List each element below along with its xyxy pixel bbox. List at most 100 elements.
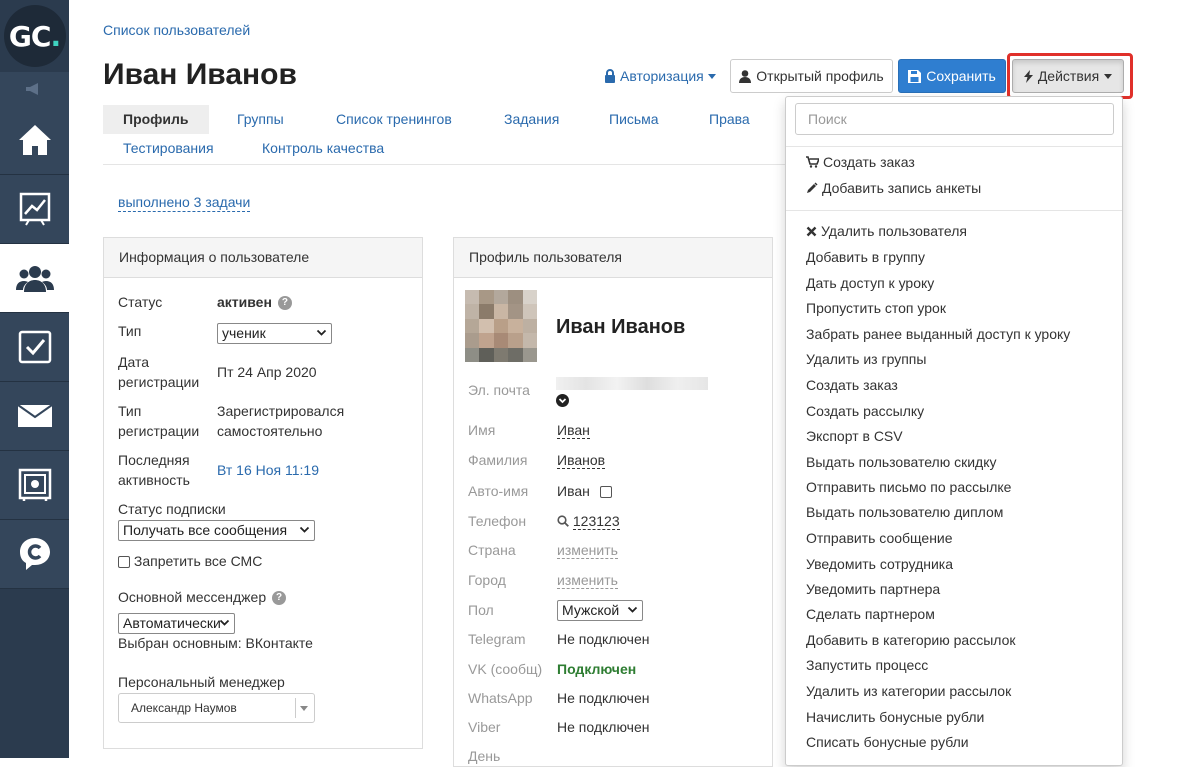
messenger-label: Основной мессенджер <box>118 589 267 605</box>
type-label: Тип <box>118 323 142 339</box>
menu-item-send-mailing-letter[interactable]: Отправить письмо по рассылке <box>806 478 1011 496</box>
help-icon[interactable]: ? <box>277 296 292 311</box>
email-value-blurred <box>556 377 708 390</box>
menu-item-remove-from-group[interactable]: Удалить из группы <box>806 350 926 368</box>
subscription-select[interactable]: Получать все сообщения <box>118 520 315 541</box>
menu-item-create-order[interactable]: Создать заказ <box>806 376 898 394</box>
open-profile-label: Открытый профиль <box>756 68 884 84</box>
menu-item-give-diploma[interactable]: Выдать пользователю диплом <box>806 503 1003 521</box>
caret-down-icon <box>300 706 308 711</box>
help-icon[interactable]: ? <box>272 591 287 606</box>
reg-date-value: Пт 24 Апр 2020 <box>217 364 317 380</box>
menu-item-label: Удалить пользователя <box>821 223 967 239</box>
tab-trainings[interactable]: Список тренингов <box>316 105 472 134</box>
search-icon[interactable] <box>557 515 569 527</box>
first-name-value[interactable]: Иван <box>557 420 590 440</box>
menu-item-export-csv[interactable]: Экспорт в CSV <box>806 427 903 445</box>
users-icon <box>15 266 54 292</box>
tab-rights[interactable]: Права <box>689 105 770 134</box>
caret-down-icon <box>707 73 716 79</box>
menu-item-notify-partner[interactable]: Уведомить партнера <box>806 580 940 598</box>
menu-item-add-bonus[interactable]: Начислить бонусные рубли <box>806 708 984 726</box>
menu-item-label: Создать заказ <box>823 154 915 170</box>
auth-dropdown[interactable]: Авторизация <box>604 68 716 84</box>
menu-item-deduct-bonus[interactable]: Списать бонусные рубли <box>806 733 969 751</box>
sms-label: Запретить все СМС <box>133 553 263 569</box>
country-change-link[interactable]: изменить <box>557 540 618 560</box>
menu-item-delete-user[interactable]: Удалить пользователя <box>806 222 967 240</box>
chevron-down-icon <box>316 329 327 336</box>
country-label: Страна <box>468 542 516 558</box>
menu-item-create-mailing[interactable]: Создать рассылку <box>806 402 924 420</box>
messenger-select[interactable]: Автоматически <box>118 613 235 634</box>
menu-item-create-order-top[interactable]: Создать заказ <box>806 153 915 171</box>
menu-item-skip-stop-lesson[interactable]: Пропустить стоп урок <box>806 299 946 317</box>
menu-item-remove-mailing-category[interactable]: Удалить из категории рассылок <box>806 682 1011 700</box>
menu-item-give-discount[interactable]: Выдать пользователю скидку <box>806 453 997 471</box>
pencil-icon <box>807 182 818 193</box>
last-name-value[interactable]: Иванов <box>557 450 606 470</box>
tab-assignments[interactable]: Задания <box>484 105 579 134</box>
logo[interactable]: GC. <box>0 0 69 72</box>
chevron-down-icon <box>627 606 638 613</box>
tab-letters[interactable]: Письма <box>589 105 679 134</box>
sidebar-item-tasks[interactable] <box>0 313 69 382</box>
city-change-link[interactable]: изменить <box>557 570 618 590</box>
menu-item-start-process[interactable]: Запустить процесс <box>806 656 928 674</box>
save-button[interactable]: Сохранить <box>898 59 1006 93</box>
last-active-link[interactable]: Вт 16 Ноя 11:19 <box>217 460 319 480</box>
menu-item-make-partner[interactable]: Сделать партнером <box>806 605 935 623</box>
sidebar-item-mail[interactable] <box>0 382 69 451</box>
auto-name-checkbox[interactable] <box>599 486 612 499</box>
last-name-text: Иванов <box>557 452 606 469</box>
menu-divider <box>786 210 1122 211</box>
megaphone-icon[interactable] <box>0 72 69 106</box>
avatar[interactable] <box>465 290 537 362</box>
menu-item-add-to-group[interactable]: Добавить в группу <box>806 248 925 266</box>
menu-item-revoke-lesson-access[interactable]: Забрать ранее выданный доступ к уроку <box>806 325 1070 343</box>
sidebar-item-chat[interactable] <box>0 520 69 589</box>
auth-label: Авторизация <box>620 68 704 84</box>
tasks-icon <box>18 330 51 364</box>
tab-testing[interactable]: Тестирования <box>103 134 234 163</box>
safe-icon <box>18 468 51 501</box>
status-badge: активен <box>217 294 272 310</box>
menu-item-notify-employee[interactable]: Уведомить сотрудника <box>806 555 953 573</box>
menu-item-send-message[interactable]: Отправить сообщение <box>806 529 953 547</box>
sms-checkbox[interactable] <box>118 556 130 569</box>
menu-divider <box>786 146 1122 147</box>
sidebar-item-stats[interactable] <box>0 175 69 244</box>
tab-groups[interactable]: Группы <box>217 105 304 134</box>
actions-highlight-box <box>1007 53 1133 99</box>
tab-profile[interactable]: Профиль <box>103 105 209 134</box>
open-profile-button[interactable]: Открытый профиль <box>730 59 893 93</box>
menu-item-grant-lesson-access[interactable]: Дать доступ к уроку <box>806 274 934 292</box>
tasks-done-link[interactable]: выполнено 3 задачи <box>118 194 251 212</box>
sidebar-item-home[interactable] <box>0 106 69 175</box>
reg-date-label-line1: Дата <box>118 354 150 370</box>
menu-item-add-form-entry[interactable]: Добавить запись анкеты <box>806 179 981 197</box>
sidebar-item-users[interactable] <box>0 244 69 313</box>
manager-label: Персональный менеджер <box>118 674 285 690</box>
actions-search-input[interactable]: Поиск <box>795 103 1114 135</box>
menu-item-add-mailing-category[interactable]: Добавить в категорию рассылок <box>806 631 1016 649</box>
type-select[interactable]: ученик <box>217 323 332 344</box>
chat-icon <box>19 538 50 570</box>
city-label: Город <box>468 572 506 588</box>
logo-dot: . <box>50 19 61 53</box>
vk-value: Подключен <box>557 661 637 677</box>
sidebar-item-safe[interactable] <box>0 451 69 520</box>
subscription-select-value: Получать все сообщения <box>123 522 288 538</box>
reg-type-value-line1: Зарегистрировался <box>217 403 345 419</box>
chevron-circle-down-icon[interactable] <box>556 394 569 407</box>
sidebar: GC. <box>0 0 69 758</box>
telegram-label: Telegram <box>468 631 526 647</box>
user-info-panel-title: Информация о пользователе <box>104 238 422 278</box>
phone-row[interactable]: 123123 <box>557 511 620 531</box>
breadcrumb[interactable]: Список пользователей <box>103 22 250 38</box>
messenger-label-row: Основной мессенджер? <box>118 587 287 607</box>
tab-quality-control[interactable]: Контроль качества <box>242 134 404 163</box>
manager-select[interactable]: Александр Наумов <box>118 693 315 723</box>
phone-value: 123123 <box>572 513 620 530</box>
gender-select[interactable]: Мужской <box>557 600 643 621</box>
